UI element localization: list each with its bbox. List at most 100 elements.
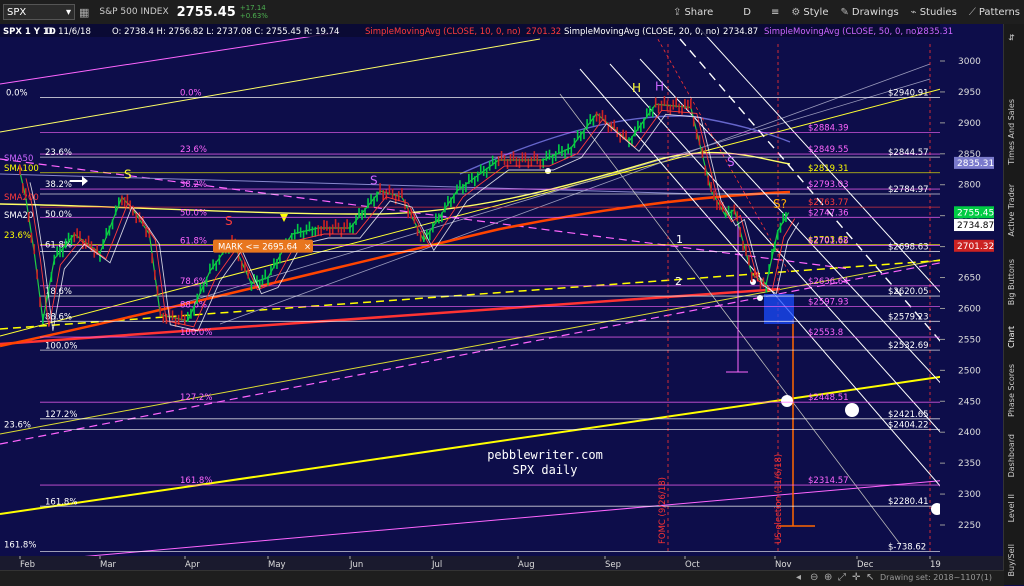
x-tick-label: Aug — [518, 560, 535, 570]
level-label: $2314.57 — [808, 476, 849, 486]
zoom-in-icon[interactable]: ⊕ — [824, 572, 832, 583]
tab-big-buttons[interactable]: Big Buttons — [1007, 259, 1016, 305]
bottom-toolbar: ◂ ⊖ ⊕ ⤢ ✛ ↖ Drawing set: 2018~1107(1) — [0, 570, 1004, 586]
x-tick-label: Oct — [685, 560, 700, 570]
scroll-left-icon[interactable]: ◂ — [796, 572, 801, 583]
sidebar-handle-icon[interactable]: ⇆ — [1007, 34, 1016, 41]
y-tick-label: 2800 — [958, 181, 981, 191]
y-tick-label: 2400 — [958, 428, 981, 438]
swing-dot — [750, 279, 756, 285]
share-button[interactable]: ⇪ Share — [673, 7, 713, 18]
studies-button[interactable]: ⌁ Studies — [911, 7, 957, 18]
drawing-set-label[interactable]: Drawing set: 2018~1107(1) — [880, 573, 992, 582]
y-tick-label: 2900 — [958, 119, 981, 129]
target-dot — [781, 395, 793, 407]
tab-dashboard[interactable]: Dashboard — [1007, 434, 1016, 477]
studies-icon: ⌁ — [910, 6, 917, 18]
gear-icon: ⚙ — [791, 6, 801, 18]
toolbar-actions: ⇪ Share D ≡ ⚙ Style ✎ Drawings ⌁ Studies ⟋ Pa… — [661, 0, 1020, 24]
x-tick-label: 19 — [930, 560, 941, 570]
patterns-icon: ⟋ — [968, 6, 976, 18]
legend-ohlc: O: 2738.4 H: 2756.82 L: 2737.08 C: 2755.… — [112, 27, 339, 37]
legend-sma10: SimpleMovingAvg (CLOSE, 10, 0, no) — [365, 27, 521, 37]
y-tick-label: 2350 — [958, 459, 981, 469]
pointer-icon[interactable]: ↖ — [866, 572, 874, 583]
left-label: 50.0% — [45, 210, 72, 220]
level-label: $2747.36 — [808, 208, 849, 218]
level-label: $2448.51 — [808, 393, 849, 403]
share-icon: ⇪ — [673, 6, 682, 18]
patterns-button[interactable]: ⟋ Patterns — [969, 7, 1020, 18]
tab-chart[interactable]: Chart — [1007, 326, 1016, 348]
left-label: SMA100 — [4, 164, 39, 174]
wave-label: 2 — [675, 275, 682, 288]
left-label: 38.2% — [45, 180, 72, 190]
pattern-letter: H — [632, 81, 641, 95]
tab-phase-scores[interactable]: Phase Scores — [1007, 364, 1016, 417]
price-change: +17.14 +0.63% — [240, 4, 268, 20]
fib-label: 50.0% — [180, 208, 207, 218]
list-icon[interactable]: ≡ — [771, 7, 779, 18]
zoom-out-icon[interactable]: ⊖ — [810, 572, 818, 583]
fit-icon[interactable]: ⤢ — [838, 572, 846, 583]
change-abs: +17.14 — [239, 4, 266, 12]
legend-sma50-value: 2835.31 — [918, 27, 953, 37]
left-label: 127.2% — [45, 410, 77, 420]
legend-sma20: SimpleMovingAvg (CLOSE, 20, 0, no) — [564, 27, 720, 37]
symbol-selector[interactable]: SPX ▾ — [3, 4, 75, 20]
pattern-letter: S — [225, 214, 233, 228]
x-tick-label: Nov — [775, 560, 792, 570]
y-tick-label: 2300 — [958, 490, 981, 500]
x-tick-label: Jul — [431, 560, 442, 570]
level-label: $-738.62 — [888, 543, 926, 553]
y-tick-label: 2550 — [958, 335, 981, 345]
level-label: $2597.93 — [808, 298, 849, 308]
level-label: $2884.39 — [808, 124, 849, 134]
target-zone — [764, 294, 794, 324]
level-label: $2819.31 — [808, 164, 849, 174]
price-chart[interactable]: $2940.91 $2884.39 $2849.55 $2844.57 $2819.31… — [0, 24, 1004, 570]
left-label: 23.6% — [4, 231, 31, 241]
level-label: $2636.64 — [808, 277, 849, 287]
x-tick-label: May — [268, 560, 286, 570]
left-label: 161.8% — [4, 541, 36, 551]
last-price: 2755.45 — [176, 4, 236, 20]
level-label: $2698.63 — [888, 243, 929, 253]
tab-buy-sell[interactable]: Buy/Sell — [1007, 544, 1016, 576]
tab-times-and-sales[interactable]: Times And Sales — [1007, 99, 1016, 165]
top-toolbar: SPX ▾ ▦ S&P 500 INDEX 2755.45 +17.14 +0.… — [0, 0, 1024, 25]
level-label: $2421.65 — [888, 410, 929, 420]
left-label: SMA50 — [4, 154, 33, 164]
x-tick-label: Mar — [100, 560, 117, 570]
fib-label: 161.8% — [180, 476, 212, 486]
pattern-letter: S — [370, 174, 378, 188]
price-tag-label: 2734.87 — [957, 221, 994, 231]
left-label: 23.6% — [4, 421, 31, 431]
left-label: 23.6% — [45, 148, 72, 158]
grid-icon[interactable]: ▦ — [79, 6, 89, 19]
crosshair-icon[interactable]: ✛ — [852, 572, 860, 583]
drawings-button[interactable]: ✎ Drawings — [840, 7, 898, 18]
level-label: $2793.03 — [808, 180, 849, 190]
pencil-icon: ✎ — [840, 6, 849, 18]
level-label: $2844.57 — [888, 148, 929, 158]
legend-sma20-value: 2734.87 — [723, 27, 758, 37]
level-label: $2784.97 — [888, 185, 929, 195]
price-tag-label: 2701.32 — [957, 242, 994, 252]
y-tick-label: 3000 — [958, 57, 981, 67]
tab-active-trader[interactable]: Active Trader — [1007, 184, 1016, 236]
y-tick-label: 2500 — [958, 366, 981, 376]
x-tick-label: Jun — [349, 560, 363, 570]
chevron-down-icon: ▾ — [65, 6, 71, 18]
style-button[interactable]: ⚙ Style — [791, 7, 828, 18]
left-label: 88.6% — [45, 312, 72, 322]
level-label: $2763.77 — [808, 198, 849, 208]
tab-level-ii[interactable]: Level II — [1007, 494, 1016, 522]
fomc-label: FOMC (9/26/18) — [658, 477, 668, 544]
wave-label: 1 — [676, 233, 683, 246]
period-button[interactable]: D — [743, 7, 751, 18]
pattern-letter: S? — [773, 197, 787, 211]
x-tick-label: Feb — [20, 560, 35, 570]
mark-label: MARK <= 2695.64 — [218, 243, 297, 253]
price-tag-label: 2755.45 — [957, 208, 994, 218]
